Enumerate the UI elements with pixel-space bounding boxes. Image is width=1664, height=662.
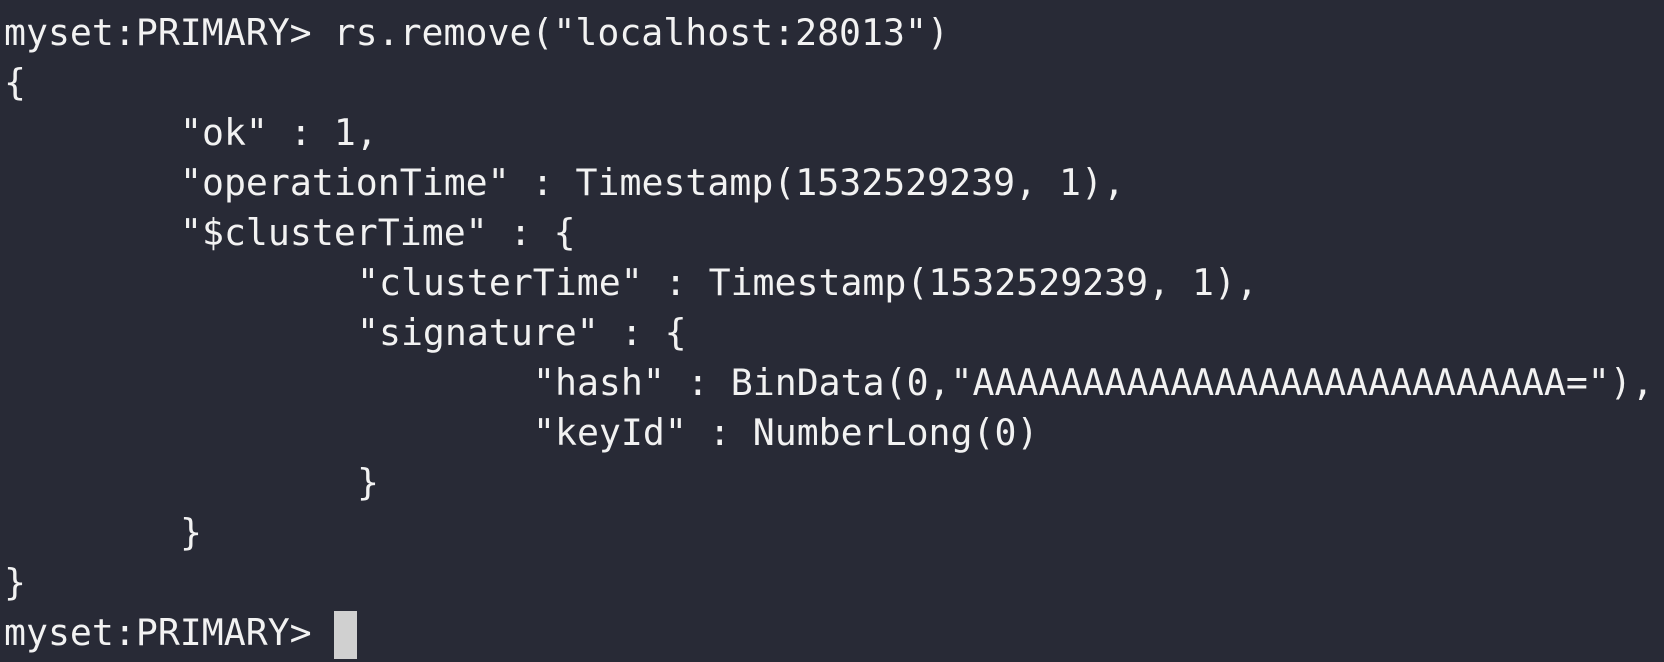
output-line: "ok" : 1, <box>180 111 378 154</box>
output-line: } <box>4 561 26 604</box>
shell-prompt: myset:PRIMARY> <box>4 611 312 654</box>
output-line: "$clusterTime" : { <box>180 211 576 254</box>
active-prompt-line[interactable]: myset:PRIMARY> <box>0 608 1664 659</box>
output-line: "operationTime" : Timestamp(1532529239, … <box>180 161 1125 204</box>
output-line: { <box>4 61 26 104</box>
output-line: "hash" : BinData(0,"AAAAAAAAAAAAAAAAAAAA… <box>533 361 1654 404</box>
output-line: "signature" : { <box>357 311 687 354</box>
output-line: } <box>357 461 379 504</box>
partial-output-line: } <box>6 0 28 6</box>
terminal-window[interactable]: } myset:PRIMARY> rs.remove("localhost:28… <box>0 0 1664 662</box>
output-line: } <box>180 511 202 554</box>
output-line: "keyId" : NumberLong(0) <box>533 411 1039 454</box>
text-cursor <box>333 611 357 659</box>
command-line: myset:PRIMARY> rs.remove("localhost:2801… <box>0 8 1664 58</box>
shell-prompt: myset:PRIMARY> <box>4 11 312 54</box>
command-text: rs.remove("localhost:28013") <box>333 11 949 54</box>
output-line: "clusterTime" : Timestamp(1532529239, 1)… <box>357 261 1258 304</box>
